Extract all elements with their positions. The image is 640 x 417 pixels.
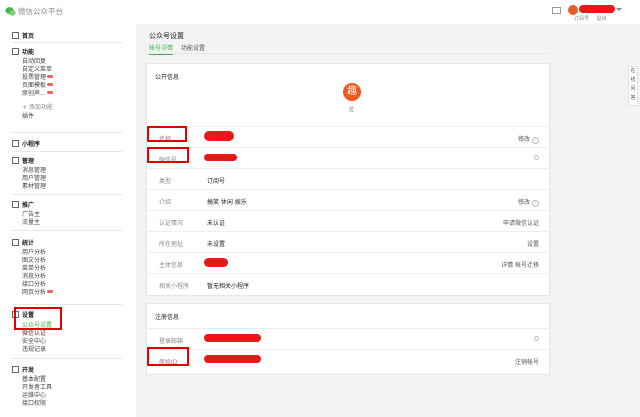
float-char: 答 bbox=[630, 95, 636, 101]
chevron-down-icon[interactable] bbox=[616, 8, 622, 11]
row-value: 未认证 bbox=[207, 220, 226, 227]
apply-verification-link[interactable]: 申请微信认证 bbox=[503, 218, 539, 227]
divider bbox=[12, 358, 122, 359]
wechat-logo-icon bbox=[5, 7, 16, 16]
info-row-entity: 主体信息 详情 帐号迁移 bbox=[147, 252, 549, 273]
row-label: 认证情况 bbox=[159, 220, 184, 227]
sidebar-item-home[interactable]: 首页 bbox=[12, 31, 34, 40]
float-char: 问 bbox=[630, 86, 636, 92]
account-name-redacted[interactable] bbox=[579, 5, 615, 13]
redacted-value bbox=[204, 258, 228, 267]
info-row-intro: 介绍 搞笑 休闲 娱乐 修改 bbox=[147, 189, 549, 210]
help-icon[interactable] bbox=[534, 155, 539, 160]
sidebar-item-materials[interactable]: 素材管理 bbox=[22, 181, 46, 190]
new-badge bbox=[47, 83, 54, 86]
info-row-wechat-id: 微信号 bbox=[147, 147, 549, 168]
public-info-card: 公开信息 趣 拉 名称 修改 微信号 类型 订阅号 介绍 搞笑 休闲 娱乐 修改… bbox=[146, 63, 550, 296]
sidebar-item-api-permissions[interactable]: 接口权限 bbox=[22, 398, 46, 407]
section-title: 注册信息 bbox=[155, 314, 180, 321]
top-links: 订阅号 退出 bbox=[574, 15, 613, 22]
entity-details-link[interactable]: 详情 帐号迁移 bbox=[501, 260, 539, 269]
info-row-address: 所在地址 未设置 设置 bbox=[147, 231, 549, 252]
divider bbox=[12, 194, 122, 195]
redacted-value bbox=[204, 355, 261, 363]
row-value: 订阅号 bbox=[207, 178, 226, 185]
divider bbox=[149, 53, 549, 54]
row-value: 搞笑 休闲 娱乐 bbox=[207, 199, 247, 206]
info-row-login-email: 登录邮箱 bbox=[147, 328, 549, 349]
sidebar-item-web-analysis[interactable]: 网页分析 bbox=[22, 287, 54, 296]
cancel-account-link[interactable]: 注销帐号 bbox=[515, 357, 539, 366]
sidebar-section-function[interactable]: 功能 bbox=[12, 47, 34, 56]
sidebar-section-develop[interactable]: 开发 bbox=[12, 365, 34, 374]
page-title: 公众号设置 bbox=[149, 32, 184, 40]
row-label: 登录邮箱 bbox=[159, 338, 184, 345]
sidebar-section-stats[interactable]: 统计 bbox=[12, 238, 34, 247]
highlight-box bbox=[14, 307, 62, 330]
divider bbox=[12, 132, 122, 133]
info-row-original-id: 原始ID 注销帐号 bbox=[147, 349, 549, 370]
redacted-value bbox=[204, 334, 261, 342]
avatar-caption: 拉 bbox=[349, 107, 355, 113]
sidebar-section-manage[interactable]: 管理 bbox=[12, 156, 34, 165]
sidebar: 首页 功能 自动回复 自定义菜单 投票管理 页面模板 原创声... + 添加功能… bbox=[0, 24, 136, 417]
info-row-verification: 认证情况 未认证 申请微信认证 bbox=[147, 210, 549, 231]
edit-intro-link[interactable]: 修改 bbox=[518, 197, 539, 207]
sidebar-item-publisher[interactable]: 流量主 bbox=[22, 217, 40, 226]
float-char: 线 bbox=[630, 77, 636, 83]
account-type-link[interactable]: 订阅号 bbox=[574, 16, 589, 22]
float-char: 在 bbox=[630, 68, 636, 74]
divider bbox=[12, 230, 122, 231]
online-qa-panel[interactable]: 在 线 问 答 bbox=[628, 66, 638, 106]
info-row-mini-program: 相关小程序 暂无相关小程序 bbox=[147, 273, 549, 294]
account-avatar[interactable]: 趣 bbox=[343, 83, 361, 101]
register-info-card: 注册信息 登录邮箱 原始ID 注销帐号 bbox=[146, 303, 550, 375]
row-label: 介绍 bbox=[159, 199, 172, 206]
info-row-name: 名称 修改 bbox=[147, 126, 549, 147]
sidebar-item-violations[interactable]: 违规记录 bbox=[22, 344, 46, 353]
new-badge bbox=[47, 290, 54, 293]
highlight-box bbox=[147, 126, 187, 142]
row-label: 类型 bbox=[159, 178, 172, 185]
help-icon[interactable] bbox=[534, 336, 539, 341]
logout-link[interactable]: 退出 bbox=[597, 16, 607, 22]
row-value: 暂无相关小程序 bbox=[207, 283, 250, 290]
new-badge bbox=[47, 75, 54, 78]
sidebar-item-plugin[interactable]: 插件 bbox=[22, 111, 34, 120]
mail-icon[interactable] bbox=[552, 7, 561, 14]
sidebar-item-mini-program[interactable]: 小程序 bbox=[12, 139, 40, 148]
redacted-value bbox=[204, 131, 234, 141]
edit-name-link[interactable]: 修改 bbox=[518, 134, 539, 144]
row-label: 相关小程序 bbox=[159, 283, 190, 290]
section-title: 公开信息 bbox=[155, 74, 180, 81]
divider bbox=[12, 42, 122, 43]
info-row-type: 类型 订阅号 bbox=[147, 168, 549, 189]
sidebar-item-original[interactable]: 原创声... bbox=[22, 88, 53, 97]
avatar[interactable] bbox=[568, 5, 578, 15]
new-badge bbox=[46, 91, 53, 94]
highlight-box bbox=[147, 347, 189, 366]
row-label: 所在地址 bbox=[159, 241, 184, 248]
divider bbox=[12, 304, 122, 305]
redacted-value bbox=[204, 154, 237, 161]
set-address-link[interactable]: 设置 bbox=[527, 239, 539, 248]
top-bar: 微信公众平台 订阅号 退出 bbox=[0, 0, 640, 24]
account-area: 订阅号 退出 bbox=[540, 0, 640, 24]
row-label: 主体信息 bbox=[159, 262, 184, 269]
divider bbox=[12, 151, 122, 152]
brand-title: 微信公众平台 bbox=[18, 7, 63, 16]
row-value: 未设置 bbox=[207, 241, 226, 248]
highlight-box bbox=[147, 147, 189, 163]
add-function-link[interactable]: + 添加功能 bbox=[22, 102, 53, 111]
sidebar-section-promotion[interactable]: 推广 bbox=[12, 200, 34, 209]
